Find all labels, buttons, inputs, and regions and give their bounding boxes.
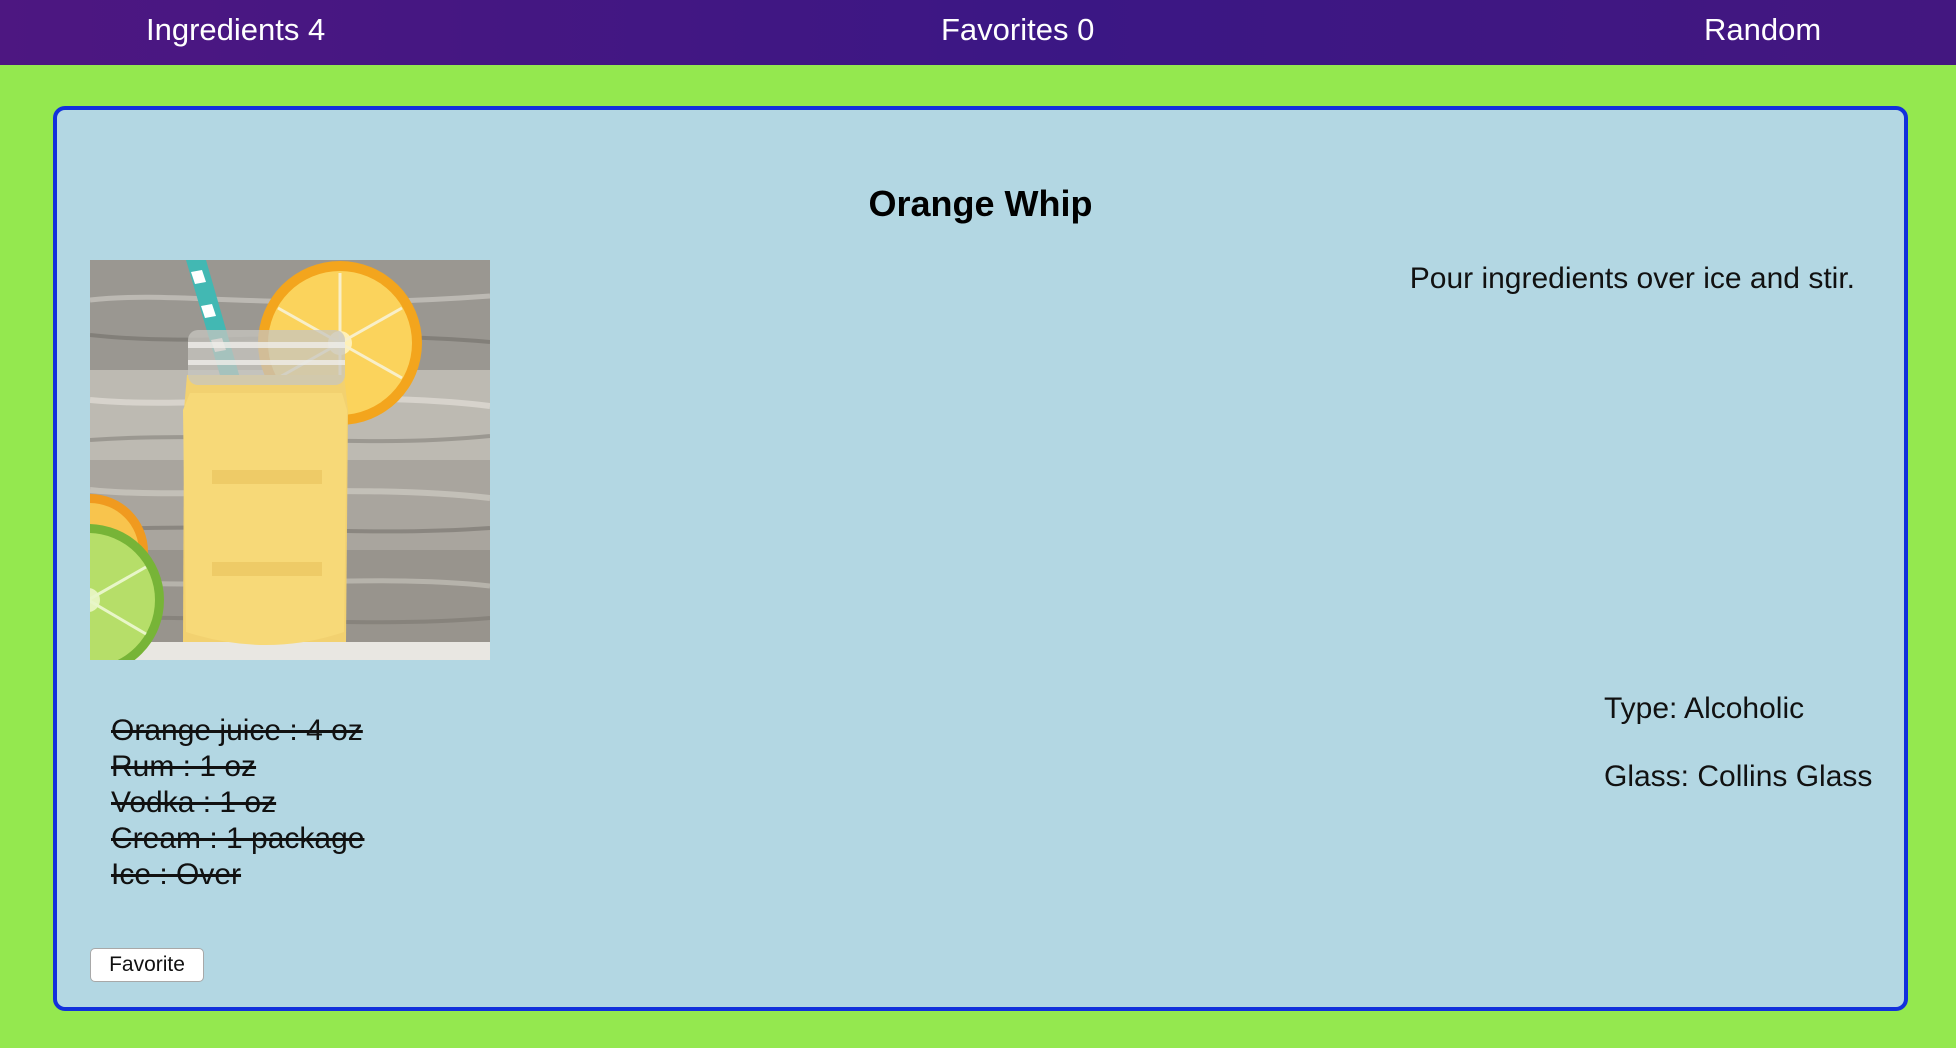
top-nav-bar: Ingredients 4 Favorites 0 Random [0,0,1956,65]
drink-instructions: Pour ingredients over ice and stir. [1409,262,1855,295]
nav-ingredients-link[interactable]: Ingredients 4 [146,10,325,50]
nav-favorites-link[interactable]: Favorites 0 [941,10,1094,50]
drink-photo [90,260,490,660]
ingredient-item: Cream : 1 package [111,822,365,855]
favorite-button[interactable]: Favorite [90,948,204,982]
drink-type: Type: Alcoholic [1604,692,1805,725]
ingredient-item: Ice : Over [111,858,242,891]
drink-glass: Glass: Collins Glass [1604,760,1873,793]
drink-card: Orange Whip Pour ingredients over ice an… [53,106,1908,1011]
ingredient-item: Orange juice : 4 oz [111,714,363,747]
ingredient-item: Vodka : 1 oz [111,786,277,819]
ingredient-list: Orange juice : 4 oz Rum : 1 oz Vodka : 1… [111,713,364,893]
ingredient-item: Rum : 1 oz [111,750,257,783]
drink-title: Orange Whip [868,183,1093,224]
nav-random-link[interactable]: Random [1704,10,1821,50]
